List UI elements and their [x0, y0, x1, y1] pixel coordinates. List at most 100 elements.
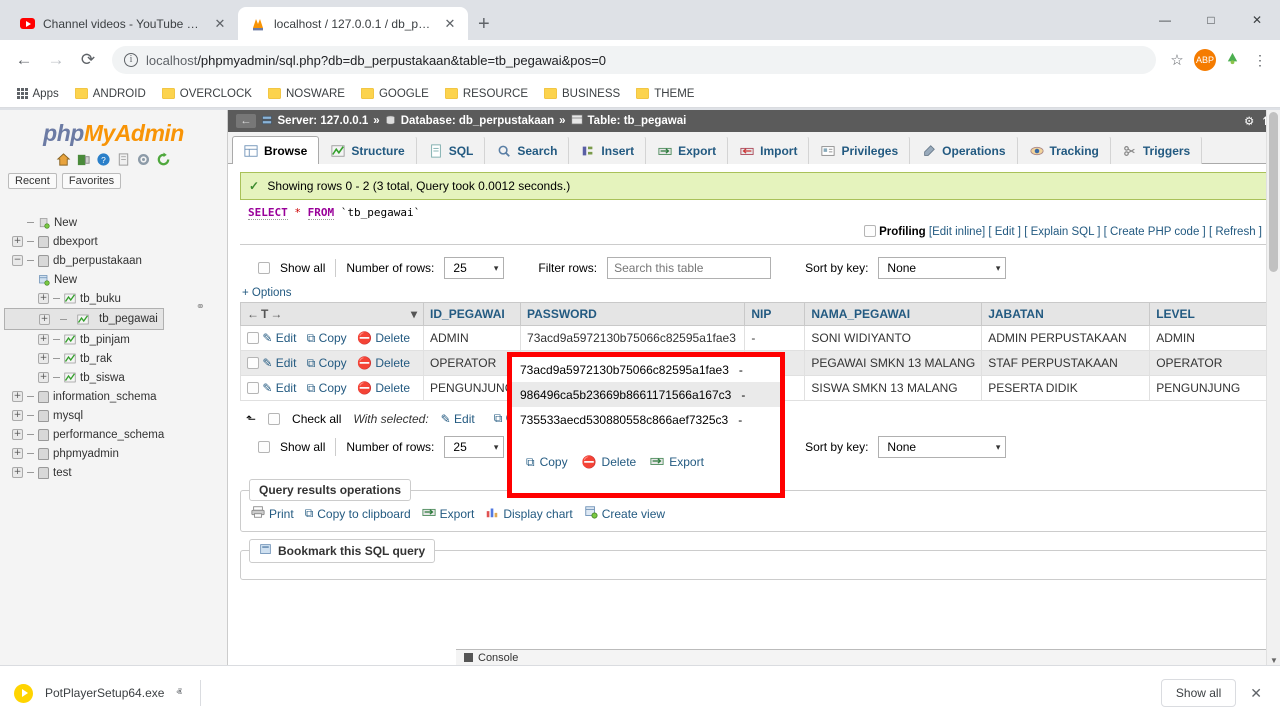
show-all-checkbox[interactable] — [258, 262, 270, 274]
delete-link[interactable]: ⛔ Delete — [357, 356, 410, 370]
show-all-downloads-button[interactable]: Show all — [1160, 679, 1237, 707]
tab-insert[interactable]: Insert — [569, 136, 647, 164]
avatar[interactable]: ABP — [1194, 49, 1216, 71]
close-shelf-icon[interactable]: ✕ — [1250, 685, 1266, 702]
back-button[interactable]: ← — [8, 44, 40, 76]
bookmark-nosware[interactable]: NOSWARE — [261, 85, 352, 103]
expand-toggle[interactable]: + — [12, 391, 23, 402]
explain-sql-link[interactable]: [ Explain SQL ] — [1024, 226, 1100, 238]
check-all-checkbox[interactable] — [268, 412, 281, 425]
settings-gear-icon[interactable] — [136, 152, 151, 167]
scroll-down-icon[interactable]: ▼ — [1270, 656, 1278, 665]
move-left-icon[interactable]: ← — [247, 307, 259, 321]
browser-tab-youtube[interactable]: Channel videos - YouTube Studio ✕ — [8, 7, 238, 40]
filter-rows-input[interactable]: Search this table — [607, 257, 772, 279]
tree-item-new-table[interactable]: New — [4, 270, 227, 289]
transpose-icon[interactable]: T — [261, 307, 268, 321]
column-header-password[interactable]: PASSWORD — [520, 302, 746, 326]
gear-icon[interactable]: ⚙ — [1244, 114, 1254, 128]
reload-button[interactable]: ⟳ — [72, 44, 104, 76]
back-arrow-icon[interactable]: ← — [236, 114, 256, 128]
console-bar[interactable]: Console — [456, 649, 1280, 665]
tree-item-db-perpustakaan[interactable]: − db_perpustakaan — [4, 251, 227, 270]
tab-browse[interactable]: Browse — [232, 136, 320, 164]
tree-item-tb-buku[interactable]: + tb_buku — [4, 289, 227, 308]
expand-toggle[interactable]: + — [12, 467, 23, 478]
bookmark-overclock[interactable]: OVERCLOCK — [155, 85, 259, 103]
column-header-jabatan[interactable]: JABATAN — [981, 302, 1151, 326]
tab-triggers[interactable]: Triggers — [1110, 136, 1203, 164]
tree-item-tb-siswa[interactable]: + tb_siswa — [4, 368, 227, 387]
edit-link[interactable]: ✎ Edit — [262, 356, 296, 370]
close-icon[interactable]: ✕ — [442, 16, 458, 32]
expand-toggle[interactable]: + — [38, 353, 49, 364]
row-checkbox[interactable] — [247, 356, 259, 369]
info-icon[interactable]: i — [124, 53, 138, 67]
tab-operations[interactable]: Operations — [910, 136, 1018, 164]
expand-toggle[interactable]: + — [12, 236, 23, 247]
tree-item-tb-pegawai[interactable]: + tb_pegawai — [4, 308, 164, 330]
recent-button[interactable]: Recent — [8, 173, 57, 189]
browser-tab-phpmyadmin[interactable]: localhost / 127.0.0.1 / db_perpus ✕ — [238, 7, 468, 40]
forward-button[interactable]: → — [40, 44, 72, 76]
table-row[interactable]: ✎ Edit ⧉ Copy ⛔ Delete ADMIN 73acd9a5972… — [239, 325, 1268, 351]
create-php-code-link[interactable]: [ Create PHP code ] — [1104, 226, 1206, 238]
tab-export[interactable]: Export — [646, 136, 729, 164]
tab-tracking[interactable]: Tracking — [1017, 136, 1111, 164]
copy-link[interactable]: ⧉ Copy — [307, 356, 347, 370]
copy-to-clipboard-link[interactable]: ⧉ Copy to clipboard — [305, 506, 411, 521]
bookmark-apps[interactable]: Apps — [10, 85, 66, 103]
column-header-id-pegawai[interactable]: ID_PEGAWAI — [423, 302, 522, 326]
edit-link[interactable]: [ Edit ] — [988, 226, 1021, 238]
help-icon[interactable]: ? — [96, 152, 111, 167]
sort-caret-icon[interactable]: ▾ — [411, 307, 417, 321]
new-tab-button[interactable]: + — [478, 14, 490, 34]
expand-toggle[interactable]: + — [39, 313, 50, 325]
row-checkbox[interactable] — [247, 381, 259, 394]
docs-icon[interactable] — [116, 152, 131, 167]
bookmark-business[interactable]: BUSINESS — [537, 85, 627, 103]
tree-item-mysql[interactable]: + mysql — [4, 406, 227, 425]
expand-toggle[interactable]: + — [12, 429, 23, 440]
highlight-copy-link[interactable]: ⧉ Copy — [526, 455, 568, 470]
reload-icon[interactable] — [156, 152, 171, 167]
tab-sql[interactable]: SQL — [416, 136, 486, 164]
edit-link[interactable]: ✎ Edit — [262, 331, 296, 345]
sort-by-key-select[interactable]: None ▾ — [878, 436, 1007, 458]
row-checkbox[interactable] — [247, 331, 259, 344]
scrollbar-thumb[interactable] — [1269, 112, 1278, 272]
chevron-up-icon[interactable]: ⱏ — [176, 687, 181, 700]
move-right-icon[interactable]: → — [270, 307, 282, 321]
expand-toggle[interactable]: + — [38, 293, 49, 304]
server-exit-icon[interactable] — [76, 152, 91, 167]
delete-link[interactable]: ⛔ Delete — [357, 381, 410, 395]
copy-link[interactable]: ⧉ Copy — [307, 381, 347, 395]
home-icon[interactable] — [56, 152, 71, 167]
tree-item-test[interactable]: + test — [4, 463, 227, 482]
bulk-edit-link[interactable]: ✎ Edit — [441, 412, 475, 426]
bookmark-android[interactable]: ANDROID — [68, 85, 153, 103]
print-link[interactable]: Print — [251, 505, 294, 522]
display-chart-link[interactable]: Display chart — [485, 505, 573, 522]
tree-item-tb-pinjam[interactable]: + tb_pinjam — [4, 330, 227, 349]
expand-toggle[interactable]: + — [12, 448, 23, 459]
tree-item-dbexport[interactable]: + dbexport — [4, 232, 227, 251]
tree-item-new-db[interactable]: New — [4, 213, 227, 232]
bookmark-star-icon[interactable]: ☆ — [1164, 51, 1190, 69]
breadcrumb-table[interactable]: Table: tb_pegawai — [588, 115, 687, 127]
breadcrumb-database[interactable]: Database: db_perpustakaan — [401, 115, 554, 127]
close-window-button[interactable]: ✕ — [1234, 13, 1280, 27]
delete-link[interactable]: ⛔ Delete — [357, 331, 410, 345]
sort-by-key-select[interactable]: None ▾ — [878, 257, 1007, 279]
edit-inline-link[interactable]: [Edit inline] — [929, 226, 985, 238]
number-of-rows-select[interactable]: 25 ▾ — [444, 257, 505, 279]
download-item[interactable]: PotPlayerSetup64.exe ⱏ — [14, 683, 182, 703]
browser-menu-button[interactable]: ⋮ — [1248, 52, 1272, 69]
tree-item-tb-rak[interactable]: + tb_rak — [4, 349, 227, 368]
create-view-link[interactable]: Create view — [584, 505, 665, 522]
tree-item-phpmyadmin[interactable]: + phpmyadmin — [4, 444, 227, 463]
column-header-nip[interactable]: NIP — [744, 302, 806, 326]
column-header-nama-pegawai[interactable]: NAMA_PEGAWAI — [804, 302, 983, 326]
favorites-button[interactable]: Favorites — [61, 173, 122, 189]
tab-search[interactable]: Search — [485, 136, 570, 164]
